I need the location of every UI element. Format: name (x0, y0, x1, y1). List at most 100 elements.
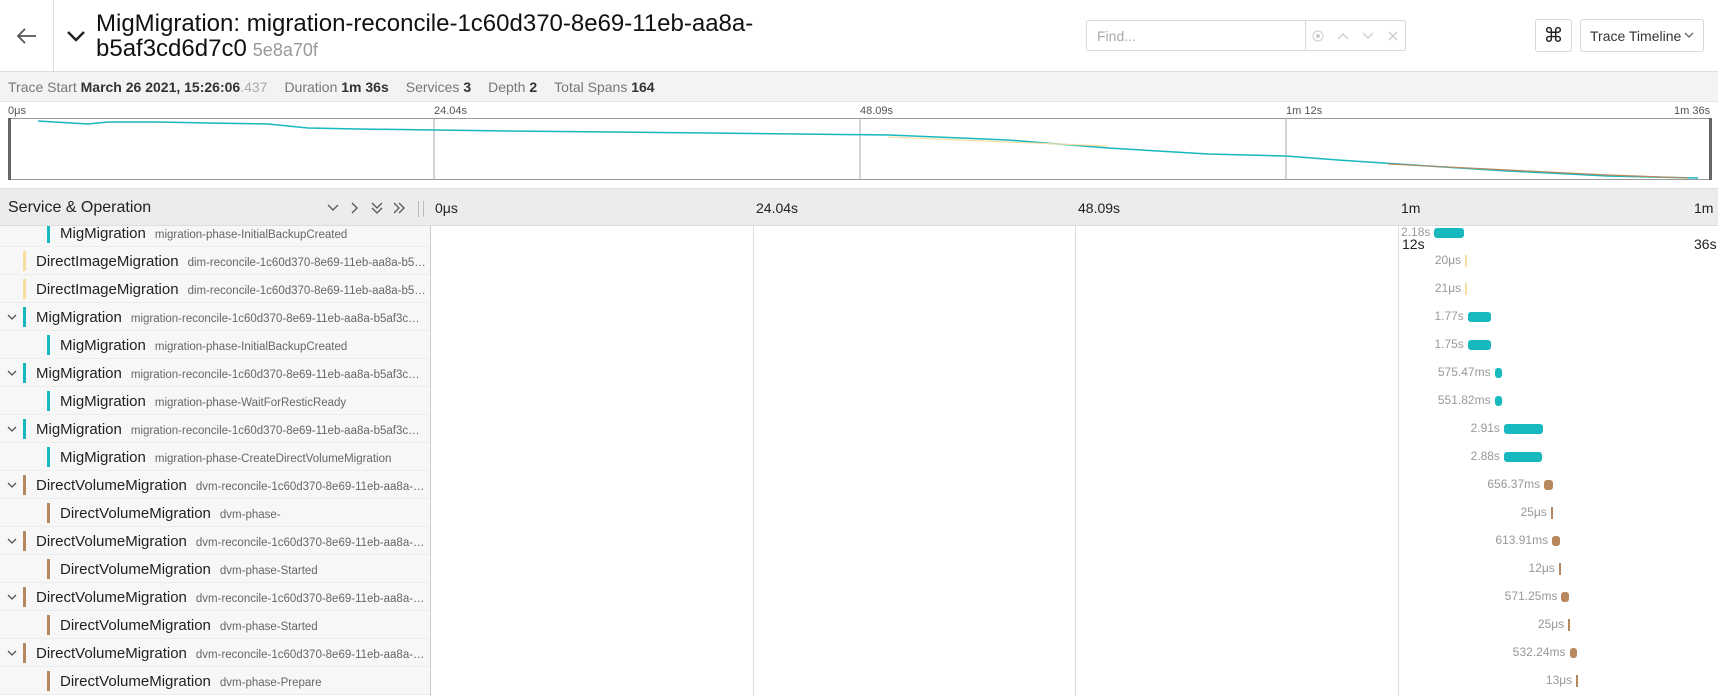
span-row[interactable]: MigMigration migration-phase-WaitForResti… (0, 387, 1718, 415)
span-row[interactable]: MigMigration migration-reconcile-1c60d370… (0, 303, 1718, 331)
back-button[interactable] (0, 0, 54, 71)
span-name-cell[interactable]: DirectVolumeMigration dvm-reconcile-1c60d… (0, 527, 430, 555)
service-name: DirectVolumeMigration (36, 477, 187, 494)
span-row[interactable]: MigMigration migration-phase-CreateDirect… (0, 443, 1718, 471)
span-bar[interactable] (1569, 648, 1577, 658)
span-name-cell[interactable]: MigMigration migration-reconcile-1c60d370… (0, 415, 430, 443)
service-color-bar (23, 363, 26, 383)
view-selector[interactable]: Trace Timeline (1580, 19, 1704, 52)
service-color-bar (47, 391, 50, 411)
find-input[interactable] (1087, 21, 1306, 50)
expand-one-button[interactable] (323, 199, 342, 217)
span-bar[interactable] (1494, 368, 1503, 378)
span-name-cell[interactable]: MigMigration migration-phase-WaitForResti… (0, 387, 430, 415)
span-name-cell[interactable]: MigMigration migration-phase-InitialBacku… (0, 331, 430, 359)
span-row[interactable]: DirectImageMigration dim-reconcile-1c60d3… (0, 247, 1718, 275)
span-bar[interactable] (1494, 396, 1502, 406)
locate-button[interactable] (1306, 21, 1331, 50)
span-row[interactable]: MigMigration migration-phase-InitialBacku… (0, 226, 1718, 247)
next-match-button[interactable] (1355, 21, 1380, 50)
collapse-header-button[interactable] (62, 22, 90, 50)
span-bar[interactable] (1552, 536, 1561, 546)
duration-label: Duration (284, 78, 338, 95)
span-name-cell[interactable]: DirectVolumeMigration dvm-reconcile-1c60d… (0, 471, 430, 499)
collapse-one-button[interactable] (345, 199, 364, 217)
span-row[interactable]: DirectVolumeMigration dvm-phase-Started 25… (0, 611, 1718, 639)
keyboard-shortcuts-button[interactable]: ⌘ (1535, 19, 1572, 52)
operation-name: migration-reconcile-1c60d370-8e69-11eb-a… (130, 425, 420, 437)
span-name-cell[interactable]: MigMigration migration-reconcile-1c60d370… (0, 359, 430, 387)
operation-name: dvm-phase-Prepare (219, 677, 322, 689)
span-bar[interactable] (1434, 228, 1464, 238)
service-name: DirectVolumeMigration (60, 617, 211, 634)
prev-match-button[interactable] (1331, 21, 1356, 50)
clear-find-button[interactable] (1380, 21, 1405, 50)
span-bar[interactable] (1558, 563, 1561, 575)
service-name: MigMigration (36, 309, 122, 326)
span-name-cell[interactable]: DirectVolumeMigration dvm-reconcile-1c60d… (0, 639, 430, 667)
span-duration: 25μs (1520, 505, 1547, 519)
span-row[interactable]: DirectVolumeMigration dvm-phase-Started 12… (0, 555, 1718, 583)
span-row[interactable]: DirectVolumeMigration dvm-reconcile-1c60d… (0, 639, 1718, 667)
span-name-cell[interactable]: DirectVolumeMigration dvm-phase-Started (0, 611, 430, 639)
column-resizer[interactable] (418, 201, 424, 217)
service-color-bar (23, 587, 26, 607)
service-name: MigMigration (36, 365, 122, 382)
span-row[interactable]: DirectVolumeMigration dvm-reconcile-1c60d… (0, 471, 1718, 499)
chevron-down-icon[interactable] (5, 310, 19, 324)
span-bar[interactable] (1576, 675, 1579, 687)
span-bar[interactable] (1561, 592, 1570, 602)
chevron-down-icon[interactable] (5, 590, 19, 604)
span-service-operation: DirectImageMigration dim-reconcile-1c60d3… (36, 281, 426, 298)
span-bar[interactable] (1568, 619, 1571, 631)
span-bar[interactable] (1465, 255, 1468, 267)
span-row[interactable]: MigMigration migration-reconcile-1c60d370… (0, 415, 1718, 443)
span-name-cell[interactable]: DirectImageMigration dim-reconcile-1c60d3… (0, 247, 430, 275)
span-service-operation: DirectVolumeMigration dvm-reconcile-1c60d… (36, 477, 425, 494)
span-duration: 2.91s (1470, 421, 1500, 435)
span-name-cell[interactable]: DirectVolumeMigration dvm-phase- (0, 499, 430, 527)
collapse-all-button[interactable] (389, 199, 408, 217)
minimap-tick: 48.09s (860, 105, 894, 117)
duration-value: 1m 36s (341, 78, 389, 95)
expand-all-button[interactable] (367, 199, 386, 217)
double-chevron-right-icon (393, 202, 405, 214)
span-bar[interactable] (1550, 507, 1553, 519)
chevron-down-icon[interactable] (5, 534, 19, 548)
span-name-cell[interactable]: DirectVolumeMigration dvm-phase-Started (0, 555, 430, 583)
span-duration: 571.25ms (1504, 589, 1558, 603)
span-name-cell[interactable]: MigMigration migration-reconcile-1c60d370… (0, 303, 430, 331)
span-name-cell[interactable]: DirectVolumeMigration dvm-phase-Prepare (0, 667, 430, 695)
span-bar[interactable] (1465, 283, 1468, 295)
span-bar[interactable] (1467, 340, 1492, 350)
span-row[interactable]: DirectVolumeMigration dvm-phase-Prepare 13… (0, 667, 1718, 695)
trace-minimap[interactable]: 0μs 24.04s 48.09s 1m 12s 1m 36s (0, 102, 1718, 186)
minimap-canvas[interactable] (8, 118, 1712, 180)
span-row[interactable]: DirectVolumeMigration dvm-phase- 25μs (0, 499, 1718, 527)
span-bar[interactable] (1467, 312, 1492, 322)
span-row[interactable]: DirectImageMigration dim-reconcile-1c60d3… (0, 275, 1718, 303)
span-name-cell[interactable]: MigMigration migration-phase-CreateDirect… (0, 443, 430, 471)
operation-name: migration-phase-InitialBackupCreated (154, 229, 348, 241)
span-name-cell[interactable]: DirectImageMigration dim-reconcile-1c60d3… (0, 275, 430, 303)
span-service-operation: MigMigration migration-phase-InitialBacku… (60, 337, 347, 354)
span-name-cell[interactable]: MigMigration migration-phase-InitialBacku… (0, 226, 430, 247)
span-bar[interactable] (1544, 480, 1553, 490)
chevron-down-icon[interactable] (5, 366, 19, 380)
view-selector-label: Trace Timeline (1590, 27, 1682, 44)
chevron-down-icon[interactable] (5, 422, 19, 436)
chevron-down-icon (327, 204, 338, 211)
span-row[interactable]: MigMigration migration-phase-InitialBacku… (0, 331, 1718, 359)
span-row[interactable]: DirectVolumeMigration dvm-reconcile-1c60d… (0, 527, 1718, 555)
close-icon (1388, 31, 1398, 40)
span-bar[interactable] (1503, 452, 1543, 462)
span-row[interactable]: DirectVolumeMigration dvm-reconcile-1c60d… (0, 583, 1718, 611)
span-bar[interactable] (1503, 424, 1543, 434)
span-duration: 21μs (1434, 281, 1462, 295)
chevron-down-icon[interactable] (5, 478, 19, 492)
span-row[interactable]: MigMigration migration-reconcile-1c60d370… (0, 359, 1718, 387)
span-duration: 1.75s (1434, 337, 1464, 351)
span-name-cell[interactable]: DirectVolumeMigration dvm-reconcile-1c60d… (0, 583, 430, 611)
target-icon (1312, 30, 1324, 41)
chevron-down-icon[interactable] (5, 646, 19, 660)
